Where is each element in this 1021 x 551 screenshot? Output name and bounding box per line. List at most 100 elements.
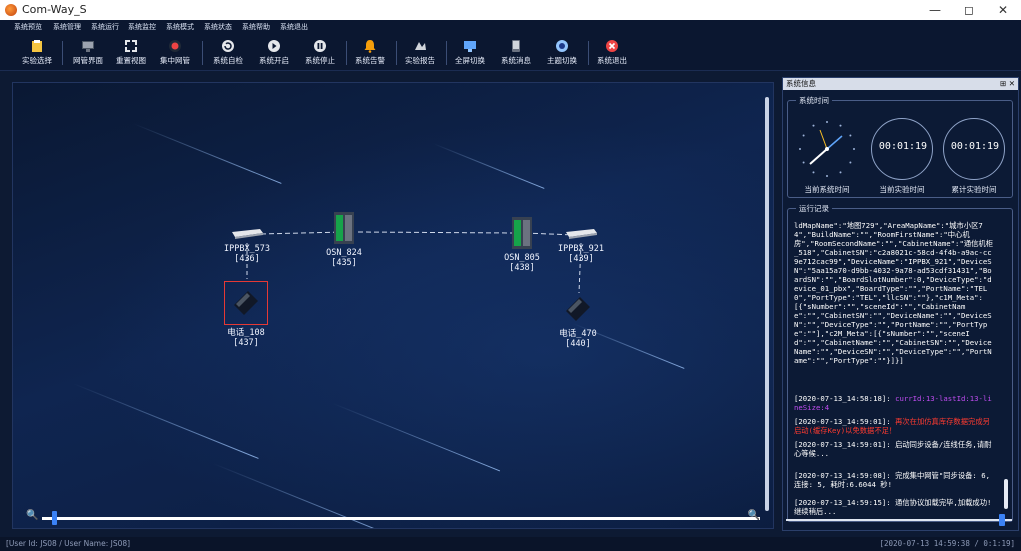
panel-slider[interactable] bbox=[786, 514, 1012, 526]
link-line bbox=[357, 231, 514, 234]
zoom-in-icon[interactable]: 🔍 bbox=[748, 510, 760, 521]
osn-cabinet-icon bbox=[512, 217, 532, 249]
central-manager-button[interactable]: 集中网管 bbox=[157, 37, 193, 69]
device-name: OSN_805 bbox=[504, 253, 540, 263]
panel-title: 系统信息 bbox=[786, 79, 816, 88]
zoom-out-icon[interactable]: 🔍 bbox=[26, 510, 38, 521]
menu-status[interactable]: 系统状态 bbox=[204, 22, 232, 32]
device-name: 电话_108 bbox=[227, 328, 265, 338]
self-check-button[interactable]: 系统自检 bbox=[210, 37, 246, 69]
device-osn-805[interactable]: OSN_805 [438] bbox=[497, 216, 547, 273]
slider-track[interactable] bbox=[786, 519, 1012, 521]
menu-mode[interactable]: 系统模式 bbox=[166, 22, 194, 32]
device-id: [440] bbox=[565, 339, 591, 349]
device-name: IPPBX_921 bbox=[557, 244, 605, 254]
device-id: [436] bbox=[234, 254, 260, 264]
current-system-time-caption: 当前系统时间 bbox=[804, 185, 850, 194]
experiment-select-button[interactable]: 实验选择 bbox=[20, 37, 54, 69]
report-icon bbox=[415, 42, 426, 50]
log-timestamp: [2020-07-13_14:58:18]: bbox=[794, 394, 891, 403]
experiment-time-clock: 00:01:19 bbox=[871, 118, 933, 180]
run-log[interactable]: ldMapName":"地图729","AreaMapName":"城市小区74… bbox=[794, 221, 994, 516]
group-label: 运行记录 bbox=[796, 203, 832, 214]
phone-icon bbox=[234, 291, 258, 315]
bell-icon bbox=[364, 40, 376, 53]
phone-icon bbox=[566, 297, 590, 321]
menu-monitor[interactable]: 系统监控 bbox=[128, 22, 156, 32]
menu-manage[interactable]: 系统管理 bbox=[53, 22, 81, 32]
toolbar-separator bbox=[446, 41, 447, 65]
panel-controls[interactable]: ⊞ ✕ bbox=[1000, 78, 1015, 90]
analog-clock-icon bbox=[799, 121, 855, 177]
slider-thumb[interactable] bbox=[999, 514, 1005, 526]
device-id: [438] bbox=[509, 263, 535, 273]
device-name: OSN_824 bbox=[326, 248, 362, 258]
experiment-report-button[interactable]: 实验报告 bbox=[402, 37, 438, 69]
total-time-clock: 00:01:19 bbox=[943, 118, 1005, 180]
log-timestamp: [2020-07-13_14:59:08]: bbox=[794, 471, 891, 480]
device-osn-824[interactable]: OSN_824 [435] bbox=[319, 211, 369, 268]
device-phone-470[interactable]: 电话_470 [440] bbox=[553, 291, 603, 349]
toolbar: 实验选择 网管界面 重置视图 集中网管 系统自检 系统开启 系统停止 系统告警 … bbox=[0, 36, 1021, 71]
maximize-button[interactable]: ◻ bbox=[952, 0, 986, 20]
reset-view-button[interactable]: 重置视图 bbox=[113, 37, 149, 69]
menu-exit[interactable]: 系统退出 bbox=[280, 22, 308, 32]
device-id: [437] bbox=[233, 338, 259, 348]
menu-preview[interactable]: 系统预览 bbox=[14, 22, 42, 32]
ippbx-icon bbox=[566, 229, 597, 239]
total-time-value: 00:01:19 bbox=[950, 141, 1000, 152]
toolbar-separator bbox=[396, 41, 397, 65]
toolbar-separator bbox=[62, 41, 63, 65]
system-start-button[interactable]: 系统开启 bbox=[256, 37, 292, 69]
canvas-vertical-scrollbar[interactable] bbox=[765, 97, 769, 511]
menu-run[interactable]: 系统运行 bbox=[91, 22, 119, 32]
menu-help[interactable]: 系统帮助 bbox=[242, 22, 270, 32]
log-entry: [2020-07-13_14:59:01]: 再次在加仿真库存数据完成另启动(缓… bbox=[794, 417, 994, 435]
status-bar: [User Id: JS08 / User Name: JS08] [2020-… bbox=[0, 537, 1021, 551]
device-id: [435] bbox=[331, 258, 357, 268]
system-exit-button[interactable]: 系统退出 bbox=[594, 37, 630, 69]
pause-icon bbox=[314, 40, 326, 52]
current-experiment-time-caption: 当前实验时间 bbox=[879, 185, 925, 194]
system-alarm-button[interactable]: 系统告警 bbox=[352, 37, 388, 69]
selection-box bbox=[224, 281, 268, 325]
network-manager-button[interactable]: 网管界面 bbox=[70, 37, 106, 69]
monitor-icon bbox=[82, 41, 94, 52]
fullscreen-toggle-button[interactable]: 全屏切换 bbox=[452, 37, 488, 69]
minimize-button[interactable]: — bbox=[918, 0, 952, 20]
device-phone-108[interactable]: 电话_108 [437] bbox=[221, 281, 271, 348]
log-scrollbar[interactable] bbox=[1004, 479, 1008, 509]
close-button[interactable]: ✕ bbox=[986, 0, 1020, 20]
message-icon bbox=[512, 40, 520, 52]
menu-bar: 系统预览 系统管理 系统运行 系统监控 系统模式 系统状态 系统帮助 系统退出 bbox=[0, 20, 1021, 36]
system-info-panel: 系统信息 ⊞ ✕ 系统时间 00:01:19 00:01:19 当前系统时间 当… bbox=[782, 77, 1019, 531]
zoom-track[interactable] bbox=[42, 517, 760, 520]
topology-canvas[interactable]: IPPBX_573 [436] OSN_824 [435] OSN_805 [4… bbox=[12, 82, 774, 529]
total-experiment-time-caption: 累计实验时间 bbox=[951, 185, 997, 194]
log-json-text: ldMapName":"地图729","AreaMapName":"城市小区74… bbox=[794, 221, 994, 365]
zoom-slider[interactable]: 🔍 🔍 bbox=[12, 507, 772, 527]
clipboard-icon bbox=[32, 40, 42, 52]
panel-header: 系统信息 ⊞ ✕ bbox=[783, 78, 1018, 90]
toolbar-separator bbox=[346, 41, 347, 65]
status-time: [2020-07-13 14:59:38 / 0:1:19] bbox=[879, 539, 1015, 548]
title-bar: Com-Way_S — ◻ ✕ bbox=[0, 0, 1021, 20]
log-entry: [2020-07-13_14:59:01]: 启动同步设备/连线任务,请耐心等候… bbox=[794, 440, 994, 458]
expand-icon bbox=[125, 40, 137, 52]
log-timestamp: [2020-07-13_14:59:01]: bbox=[794, 440, 891, 449]
zoom-thumb[interactable] bbox=[52, 511, 57, 525]
device-ippbx-921[interactable]: IPPBX_921 [439] bbox=[553, 227, 609, 264]
system-message-button[interactable]: 系统消息 bbox=[498, 37, 534, 69]
run-log-group: 运行记录 ldMapName":"地图729","AreaMapName":"城… bbox=[787, 203, 1013, 522]
toolbar-separator bbox=[202, 41, 203, 65]
group-label: 系统时间 bbox=[796, 95, 832, 106]
system-stop-button[interactable]: 系统停止 bbox=[302, 37, 338, 69]
exit-icon bbox=[606, 40, 618, 52]
log-entry: [2020-07-13_14:58:18]: currId:13-lastId:… bbox=[794, 394, 994, 412]
hub-icon bbox=[169, 40, 181, 52]
app-logo-icon bbox=[5, 4, 17, 16]
log-timestamp: [2020-07-13_14:59:01]: bbox=[794, 417, 891, 426]
device-ippbx-573[interactable]: IPPBX_573 [436] bbox=[219, 227, 275, 264]
theme-toggle-button[interactable]: 主题切换 bbox=[544, 37, 580, 69]
refresh-icon bbox=[222, 40, 234, 52]
